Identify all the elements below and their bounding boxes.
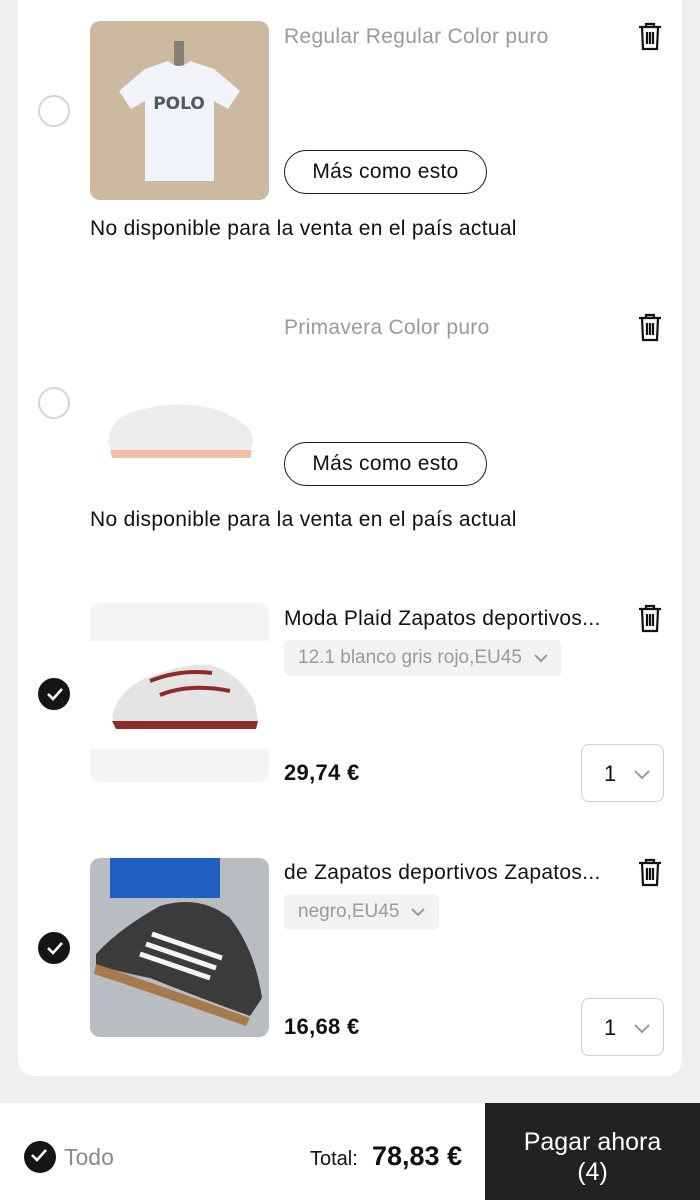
trash-icon[interactable] <box>636 21 664 53</box>
select-all-checkbox[interactable] <box>24 1141 56 1173</box>
product-image-polo-tshirt[interactable]: POLO <box>90 21 269 200</box>
product-image-white-slide-shoe[interactable] <box>90 312 269 491</box>
more-like-this-button[interactable]: Más como esto <box>284 150 487 194</box>
select-item-radio[interactable] <box>38 95 70 127</box>
select-item-radio-checked[interactable] <box>38 678 70 710</box>
product-title[interactable]: Regular Regular Color puro <box>284 24 620 50</box>
svg-text:POLO: POLO <box>153 94 205 114</box>
chevron-down-icon <box>534 640 548 676</box>
product-price: 16,68 € <box>284 1014 360 1039</box>
product-image-black-sneaker[interactable] <box>90 858 269 1037</box>
variant-label: negro,EU45 <box>298 901 400 923</box>
product-image-running-sneaker[interactable] <box>90 603 269 782</box>
product-price: 29,74 € <box>284 760 360 785</box>
quantity-value: 1 <box>604 761 617 786</box>
chevron-down-icon <box>411 894 426 930</box>
quantity-value: 1 <box>604 1015 617 1040</box>
trash-icon[interactable] <box>636 603 664 635</box>
checkmark-icon <box>47 942 63 955</box>
quantity-selector[interactable]: 1 <box>581 998 664 1056</box>
more-like-this-button[interactable]: Más como esto <box>284 442 487 486</box>
trash-icon[interactable] <box>636 312 664 344</box>
select-item-radio-checked[interactable] <box>38 932 70 964</box>
variant-label: 12.1 blanco gris rojo,EU45 <box>298 647 522 669</box>
chevron-down-icon <box>634 1021 650 1039</box>
trash-icon[interactable] <box>636 857 664 889</box>
product-title[interactable]: Moda Plaid Zapatos deportivos... <box>284 606 620 632</box>
product-title[interactable]: de Zapatos deportivos Zapatos... <box>284 860 620 886</box>
select-all-label[interactable]: Todo <box>64 1144 114 1171</box>
pay-now-button[interactable]: Pagar ahora (4) <box>485 1103 700 1200</box>
pay-now-label: Pagar ahora <box>523 1128 662 1156</box>
product-title[interactable]: Primavera Color puro <box>284 315 620 341</box>
checkmark-icon <box>47 688 63 701</box>
variant-selector[interactable]: negro,EU45 <box>284 894 440 930</box>
quantity-selector[interactable]: 1 <box>581 744 664 802</box>
total-label: Total: <box>310 1148 358 1170</box>
total-value: 78,83 € <box>372 1141 463 1171</box>
variant-selector[interactable]: 12.1 blanco gris rojo,EU45 <box>284 640 562 676</box>
unavailable-notice: No disponible para la venta en el país a… <box>90 217 517 240</box>
pay-now-count: (4) <box>577 1158 608 1186</box>
unavailable-notice: No disponible para la venta en el país a… <box>90 508 517 531</box>
checkout-footer: Todo Total: 78,83 € Pagar ahora (4) <box>0 1103 700 1200</box>
checkmark-icon <box>31 1149 47 1162</box>
select-item-radio[interactable] <box>38 387 70 419</box>
chevron-down-icon <box>634 767 650 785</box>
